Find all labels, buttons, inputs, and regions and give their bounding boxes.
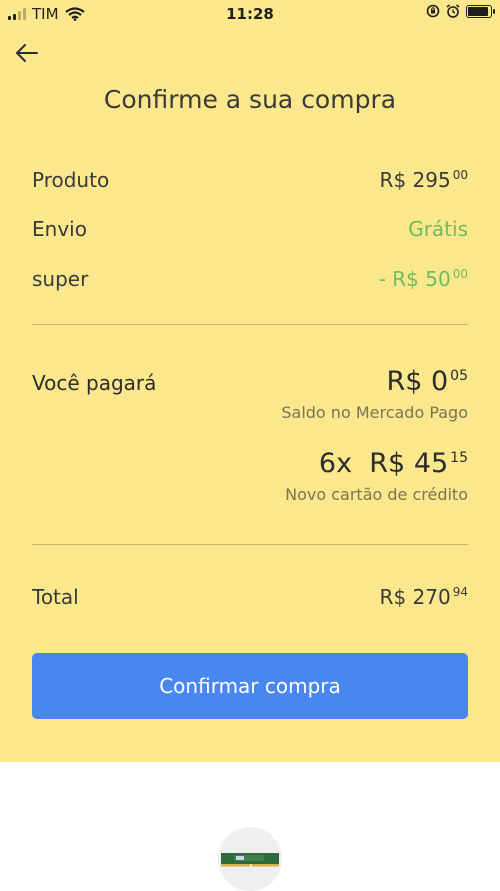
installments-amount: 6x R$ 45 15 [318,448,468,479]
balance-amount: R$ 0 05 [386,366,468,397]
summary-row-product: Produto R$ 295 00 [32,168,468,192]
pay-label: Você pagará [32,371,157,395]
back-button[interactable] [12,38,42,68]
shipping-value: Grátis [408,217,468,241]
orientation-lock-icon [426,4,440,18]
discount-value: - R$ 50 00 [378,267,468,291]
battery-icon [466,4,495,18]
alarm-icon [446,4,460,18]
summary-row-discount: super - R$ 50 00 [32,267,468,291]
product-price: R$ 295 00 [379,168,468,192]
total-row: Total R$ 270 94 [32,585,468,609]
payment-installments-row: 6x R$ 45 15 [32,448,468,479]
summary-row-shipping: Envio Grátis [32,217,468,241]
status-time: 11:28 [226,5,274,23]
payment-balance-row: Você pagará R$ 0 05 [32,366,468,397]
divider [32,544,468,545]
page-title: Confirme a sua compra [103,85,397,114]
total-amount: R$ 270 94 [379,585,468,609]
divider [32,324,468,325]
total-label: Total [32,585,79,609]
memory-module-icon [221,853,279,867]
arrow-left-icon [16,44,38,62]
confirm-purchase-button[interactable]: Confirmar compra [32,653,468,719]
discount-label: super [32,267,89,291]
shipping-label: Envio [32,217,87,241]
status-bar: TIM 11:28 [0,0,500,30]
balance-method: Saldo no Mercado Pago [281,403,468,422]
product-label: Produto [32,168,110,192]
installments-method: Novo cartão de crédito [285,485,468,504]
product-thumbnail [218,827,282,891]
